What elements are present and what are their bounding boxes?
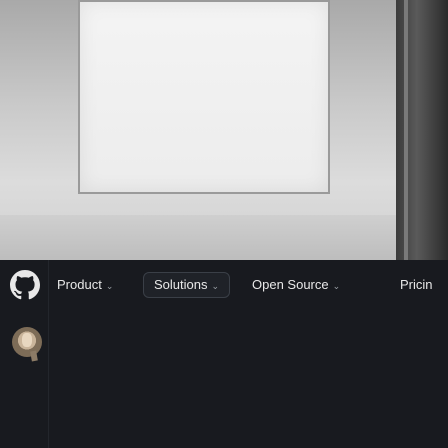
nav-product[interactable]: Product ⌄	[57, 273, 113, 297]
photo-floor	[0, 215, 400, 260]
avatar-tail	[30, 350, 38, 362]
nav-pricing-label: Pricin	[400, 277, 433, 292]
hero-photo	[0, 0, 448, 260]
frame-edge	[404, 0, 408, 260]
top-navbar: Product ⌄ Solutions ⌄ Open Source ⌄ Pricin	[0, 260, 448, 448]
chevron-down-icon: ⌄	[211, 281, 220, 291]
photo-frame	[396, 0, 448, 260]
chevron-down-icon: ⌄	[332, 281, 341, 291]
nav-solutions[interactable]: Solutions ⌄	[143, 272, 231, 298]
nav-solutions-label: Solutions	[154, 277, 208, 292]
avatar-face	[22, 333, 32, 347]
nav-product-label: Product	[57, 277, 102, 292]
photo-window	[78, 0, 330, 194]
nav-pricing[interactable]: Pricin	[400, 273, 433, 297]
nav-row: Product ⌄ Solutions ⌄ Open Source ⌄ Pricin	[0, 260, 448, 310]
chevron-down-icon: ⌄	[105, 281, 114, 291]
nav-open-source[interactable]: Open Source ⌄	[252, 273, 340, 297]
nav-open-source-label: Open Source	[252, 277, 329, 292]
github-mark-icon[interactable]	[10, 270, 40, 300]
octocat-avatar-icon[interactable]	[12, 327, 42, 362]
